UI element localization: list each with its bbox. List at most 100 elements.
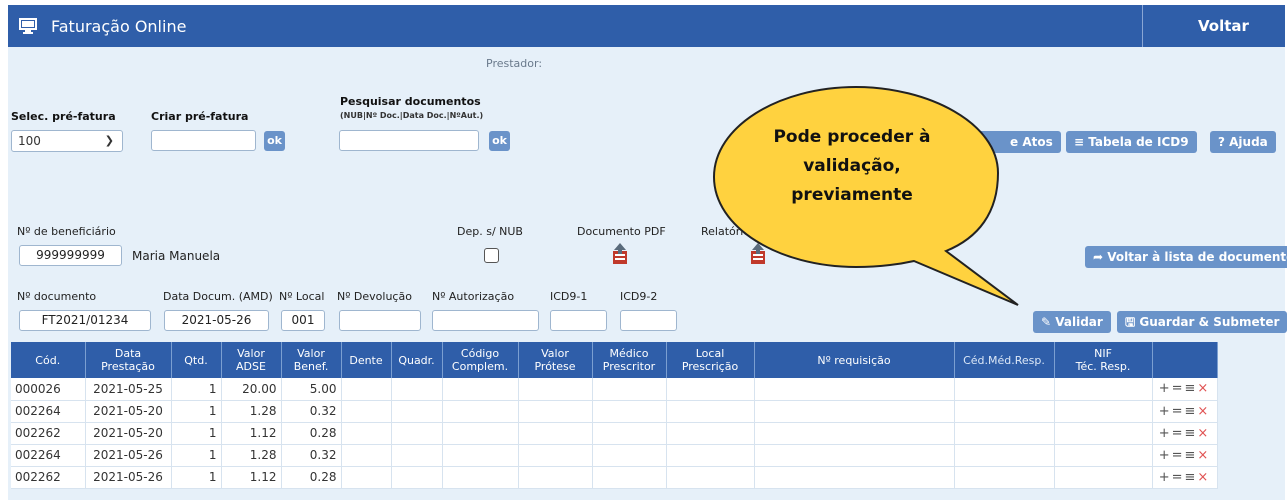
cell-qtd[interactable]: 1 [171,400,222,423]
cell-local[interactable] [666,466,755,489]
cell-protese[interactable] [518,422,593,445]
cell-data[interactable]: 2021-05-25 [85,378,172,401]
cell-cedula[interactable] [954,378,1055,401]
equals-icon[interactable]: = [1172,404,1185,419]
cell-local[interactable] [666,444,755,467]
beneficiary-number-input[interactable]: 999999999 [19,245,122,266]
cell-dente[interactable] [341,466,392,489]
validate-button[interactable]: ✎ Validar [1033,311,1111,333]
cell-nif[interactable] [1054,378,1153,401]
icd9-1-input[interactable] [550,310,607,331]
authorization-input[interactable] [432,310,539,331]
cell-benef[interactable]: 0.32 [281,444,342,467]
cell-cod[interactable]: 002262 [11,466,86,489]
cell-requisicao[interactable] [754,444,955,467]
cell-data[interactable]: 2021-05-20 [85,400,172,423]
doc-number-input[interactable]: FT2021/01234 [19,310,151,331]
upload-pdf-icon[interactable] [612,243,628,265]
cell-adse[interactable]: 1.28 [221,400,282,423]
cell-cod[interactable]: 000026 [11,378,86,401]
delete-icon[interactable]: × [1197,404,1210,419]
cell-nif[interactable] [1054,400,1153,423]
cell-cod[interactable]: 002262 [11,422,86,445]
cell-data[interactable]: 2021-05-26 [85,466,172,489]
add-icon[interactable]: + [1159,404,1172,419]
cell-dente[interactable] [341,400,392,423]
cell-local[interactable] [666,400,755,423]
delete-icon[interactable]: × [1197,470,1210,485]
cell-adse[interactable]: 20.00 [221,378,282,401]
cell-quadr[interactable] [391,400,443,423]
back-to-list-button[interactable]: ➦ Voltar à lista de documentos [1085,246,1287,268]
equals-icon[interactable]: = [1172,470,1185,485]
cell-requisicao[interactable] [754,422,955,445]
cell-adse[interactable]: 1.12 [221,466,282,489]
cell-quadr[interactable] [391,444,443,467]
cell-medico[interactable] [592,466,667,489]
cell-adse[interactable]: 1.12 [221,422,282,445]
delete-icon[interactable]: × [1197,426,1210,441]
cell-data[interactable]: 2021-05-26 [85,444,172,467]
cell-quadr[interactable] [391,378,443,401]
equals-icon[interactable]: = [1172,426,1185,441]
cell-benef[interactable]: 0.28 [281,422,342,445]
cell-protese[interactable] [518,444,593,467]
local-input[interactable]: 001 [281,310,325,331]
dep-nub-checkbox[interactable] [484,248,499,263]
cell-medico[interactable] [592,400,667,423]
cell-cedula[interactable] [954,400,1055,423]
cell-dente[interactable] [341,444,392,467]
menu-icon[interactable]: ≡ [1185,381,1198,396]
cell-benef[interactable]: 5.00 [281,378,342,401]
cell-dente[interactable] [341,378,392,401]
delete-icon[interactable]: × [1197,381,1210,396]
cell-nif[interactable] [1054,444,1153,467]
cell-cod[interactable]: 002264 [11,400,86,423]
cell-quadr[interactable] [391,422,443,445]
icd9-2-input[interactable] [620,310,677,331]
cell-nif[interactable] [1054,422,1153,445]
cell-qtd[interactable]: 1 [171,422,222,445]
cell-quadr[interactable] [391,466,443,489]
cell-medico[interactable] [592,378,667,401]
menu-icon[interactable]: ≡ [1185,426,1198,441]
cell-medico[interactable] [592,444,667,467]
cell-local[interactable] [666,378,755,401]
doc-date-input[interactable]: 2021-05-26 [164,310,269,331]
cell-protese[interactable] [518,466,593,489]
icd9-table-button[interactable]: ≡ Tabela de ICD9 [1066,131,1197,153]
menu-icon[interactable]: ≡ [1185,404,1198,419]
back-button[interactable]: Voltar [1198,17,1249,35]
save-submit-button[interactable]: 🖫 Guardar & Submeter [1117,311,1287,333]
cell-benef[interactable]: 0.32 [281,400,342,423]
menu-icon[interactable]: ≡ [1185,470,1198,485]
prefatura-select[interactable]: 100 ❯ [11,130,123,152]
cell-complem[interactable] [442,378,519,401]
cell-requisicao[interactable] [754,378,955,401]
cell-cedula[interactable] [954,444,1055,467]
cell-nif[interactable] [1054,466,1153,489]
cell-qtd[interactable]: 1 [171,466,222,489]
cell-complem[interactable] [442,466,519,489]
cell-requisicao[interactable] [754,466,955,489]
cell-complem[interactable] [442,400,519,423]
cell-protese[interactable] [518,378,593,401]
create-prefatura-input[interactable] [151,130,256,151]
cell-dente[interactable] [341,422,392,445]
cell-local[interactable] [666,422,755,445]
cell-cod[interactable]: 002264 [11,444,86,467]
cell-cedula[interactable] [954,422,1055,445]
cell-qtd[interactable]: 1 [171,444,222,467]
devolution-input[interactable] [339,310,421,331]
cell-complem[interactable] [442,444,519,467]
cell-complem[interactable] [442,422,519,445]
delete-icon[interactable]: × [1197,448,1210,463]
add-icon[interactable]: + [1159,381,1172,396]
cell-adse[interactable]: 1.28 [221,444,282,467]
add-icon[interactable]: + [1159,470,1172,485]
search-input[interactable] [339,130,479,151]
equals-icon[interactable]: = [1172,381,1185,396]
cell-qtd[interactable]: 1 [171,378,222,401]
cell-medico[interactable] [592,422,667,445]
help-button[interactable]: ? Ajuda [1210,131,1276,153]
